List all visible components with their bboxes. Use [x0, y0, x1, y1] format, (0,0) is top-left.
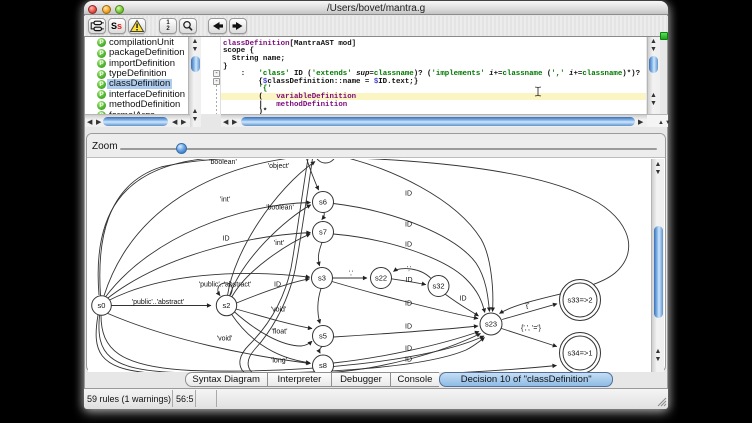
svg-text:s5: s5 — [319, 332, 327, 341]
svg-text:ID: ID — [405, 346, 412, 353]
svg-text:ID: ID — [405, 301, 412, 308]
svg-text:s7: s7 — [319, 228, 327, 237]
svg-text:ID: ID — [405, 222, 412, 229]
svg-text:'void': 'void' — [217, 336, 233, 343]
svg-text:',': ',' — [407, 267, 411, 273]
svg-text:'public'..'abstract': 'public'..'abstract' — [132, 299, 184, 306]
svg-text:ID: ID — [405, 191, 412, 198]
svg-text:ID: ID — [405, 357, 412, 364]
svg-text:ID: ID — [405, 242, 412, 249]
svg-text:s2: s2 — [223, 301, 231, 310]
svg-text:'void': 'void' — [271, 307, 287, 314]
svg-text:{',', '='}: {',', '='} — [521, 325, 542, 332]
svg-text:',': ',' — [349, 271, 353, 277]
svg-text:s3: s3 — [318, 274, 326, 283]
svg-text:'public'..'abstract': 'public'..'abstract' — [199, 282, 251, 289]
svg-text:s22: s22 — [375, 274, 387, 283]
svg-text:'object': 'object' — [268, 163, 289, 170]
svg-text:s23: s23 — [485, 320, 497, 329]
svg-text:'float': 'float' — [272, 329, 288, 336]
svg-text:s8: s8 — [319, 361, 327, 370]
svg-text:ID: ID — [460, 296, 467, 303]
svg-text:ID: ID — [406, 277, 413, 284]
svg-text:s34=>1: s34=>1 — [567, 349, 592, 358]
svg-text:ID: ID — [223, 236, 230, 243]
svg-text:s32: s32 — [432, 282, 444, 291]
svg-text:'boolean': 'boolean' — [266, 205, 294, 212]
svg-text:ID: ID — [274, 282, 281, 289]
svg-text:'int': 'int' — [220, 197, 230, 204]
svg-text:'long': 'long' — [271, 358, 287, 365]
svg-text:'boolean': 'boolean' — [209, 159, 237, 166]
svg-text:'{': '{' — [524, 303, 529, 310]
svg-text:s6: s6 — [319, 198, 327, 207]
svg-text:s0: s0 — [98, 301, 106, 310]
svg-text:s33=>2: s33=>2 — [567, 296, 592, 305]
svg-text:ID: ID — [405, 324, 412, 331]
svg-text:'int': 'int' — [274, 240, 284, 247]
